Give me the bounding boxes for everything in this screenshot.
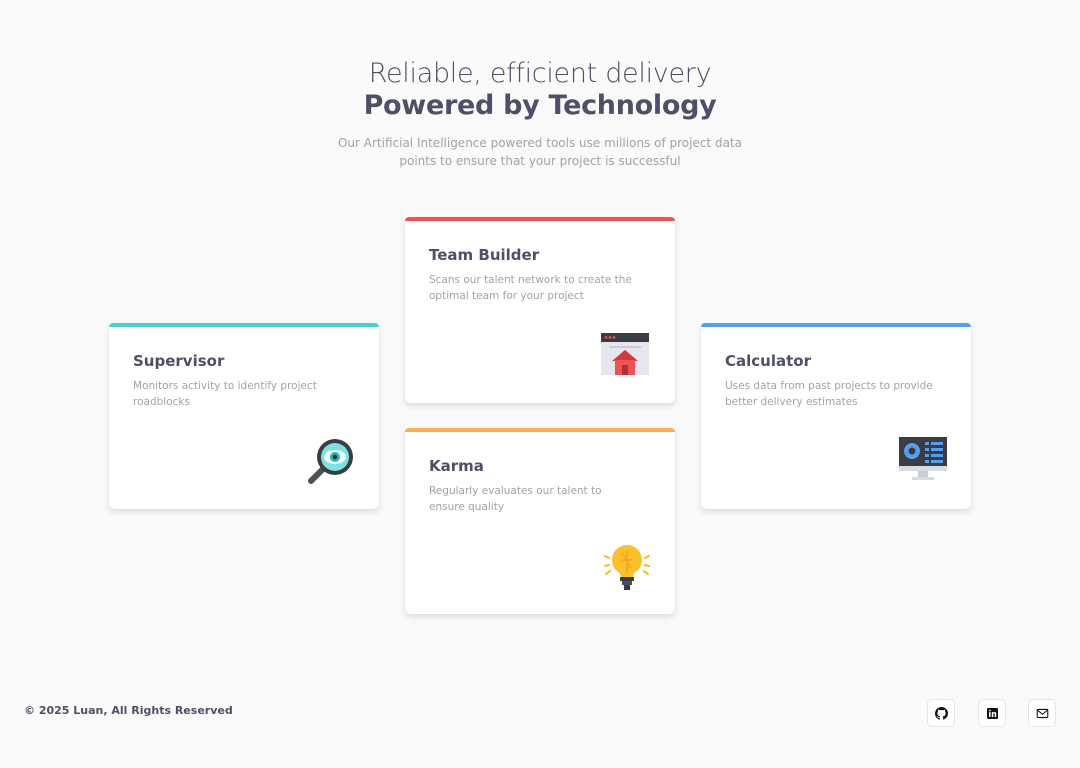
- email-link[interactable]: [1028, 699, 1056, 727]
- magnifier-eye-icon: [305, 435, 357, 487]
- card-description: Regularly evaluates our talent to ensure…: [429, 485, 602, 513]
- card-karma: Karma Regularly evaluates our talent to …: [405, 428, 675, 614]
- heading-line-bold: Powered by Technology: [363, 90, 717, 121]
- card-description: Scans our talent network to create the o…: [429, 274, 632, 302]
- hero-heading: Reliable, efficient delivery Powered by …: [0, 58, 1080, 170]
- monitor-chart-icon: [897, 433, 949, 485]
- card-title: Karma: [429, 457, 484, 475]
- github-link[interactable]: [927, 699, 955, 727]
- linkedin-link[interactable]: [978, 699, 1006, 727]
- lightbulb-icon: [601, 540, 653, 592]
- card-title: Calculator: [725, 352, 811, 370]
- page: Reliable, efficient delivery Powered by …: [0, 0, 1080, 768]
- card-description: Uses data from past projects to provide …: [725, 380, 933, 408]
- heading-description: Our Artificial Intelligence powered tool…: [337, 136, 742, 168]
- card-title: Team Builder: [429, 246, 540, 264]
- card-description: Monitors activity to identify project ro…: [133, 380, 317, 408]
- linkedin-icon: [986, 707, 998, 719]
- card-title: Supervisor: [133, 352, 225, 370]
- browser-house-icon: [599, 327, 651, 379]
- card-team-builder: Team Builder Scans our talent network to…: [405, 217, 675, 403]
- card-supervisor: Supervisor Monitors activity to identify…: [109, 323, 379, 509]
- heading-line-light: Reliable, efficient delivery: [368, 58, 712, 89]
- github-icon: [934, 706, 948, 720]
- mail-icon: [1036, 708, 1048, 718]
- card-calculator: Calculator Uses data from past projects …: [701, 323, 971, 509]
- copyright-text: © 2025 Luan, All Rights Reserved: [24, 704, 233, 717]
